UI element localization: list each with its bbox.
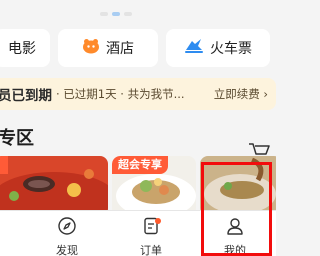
promo-tag: 超会专享 <box>112 156 168 174</box>
compass-icon <box>57 216 77 240</box>
quick-link-label: 酒店 <box>106 41 134 57</box>
member-status-title: 员已到期 <box>0 88 52 104</box>
tab-label: 发现 <box>56 244 78 256</box>
profile-icon <box>225 216 245 240</box>
train-ticket-icon <box>184 38 204 58</box>
bottom-tab-bar: 发现 订单 我的 <box>0 210 276 256</box>
quick-link-train[interactable]: 火车票 <box>166 29 270 67</box>
carousel-dot <box>100 12 108 16</box>
quick-link-movie[interactable]: 电影 <box>0 29 50 67</box>
food-image <box>200 156 276 212</box>
renew-link[interactable]: 立即续费 › <box>214 86 268 102</box>
tab-discover[interactable]: 发现 <box>37 211 97 256</box>
carousel-indicator <box>0 12 276 18</box>
promo-card[interactable]: 超会专享 <box>112 156 196 212</box>
food-image <box>0 156 108 212</box>
carousel-dot <box>124 12 132 16</box>
quick-link-label: 电影 <box>8 41 36 57</box>
promo-card[interactable] <box>0 156 108 212</box>
section-title: 专区 <box>0 128 34 149</box>
tab-orders[interactable]: 订单 <box>121 211 181 256</box>
promo-card[interactable] <box>200 156 276 212</box>
promo-cards: 超会专享 <box>0 156 276 212</box>
membership-expired-bar[interactable]: 员已到期 · 已过期1天 · 共为我节... 立即续费 › <box>0 78 276 110</box>
notification-badge <box>155 218 161 224</box>
carousel-dot-active <box>112 12 120 16</box>
tab-mine[interactable]: 我的 <box>205 211 265 256</box>
hotel-icon <box>82 38 100 58</box>
tab-label: 我的 <box>224 244 246 256</box>
tab-label: 订单 <box>140 244 162 256</box>
quick-link-label: 火车票 <box>210 41 252 57</box>
member-status-subtitle: · 已过期1天 · 共为我节... <box>56 87 185 101</box>
quick-link-hotel[interactable]: 酒店 <box>58 29 158 67</box>
quick-links-row: 电影 酒店 火车票 <box>0 29 276 69</box>
